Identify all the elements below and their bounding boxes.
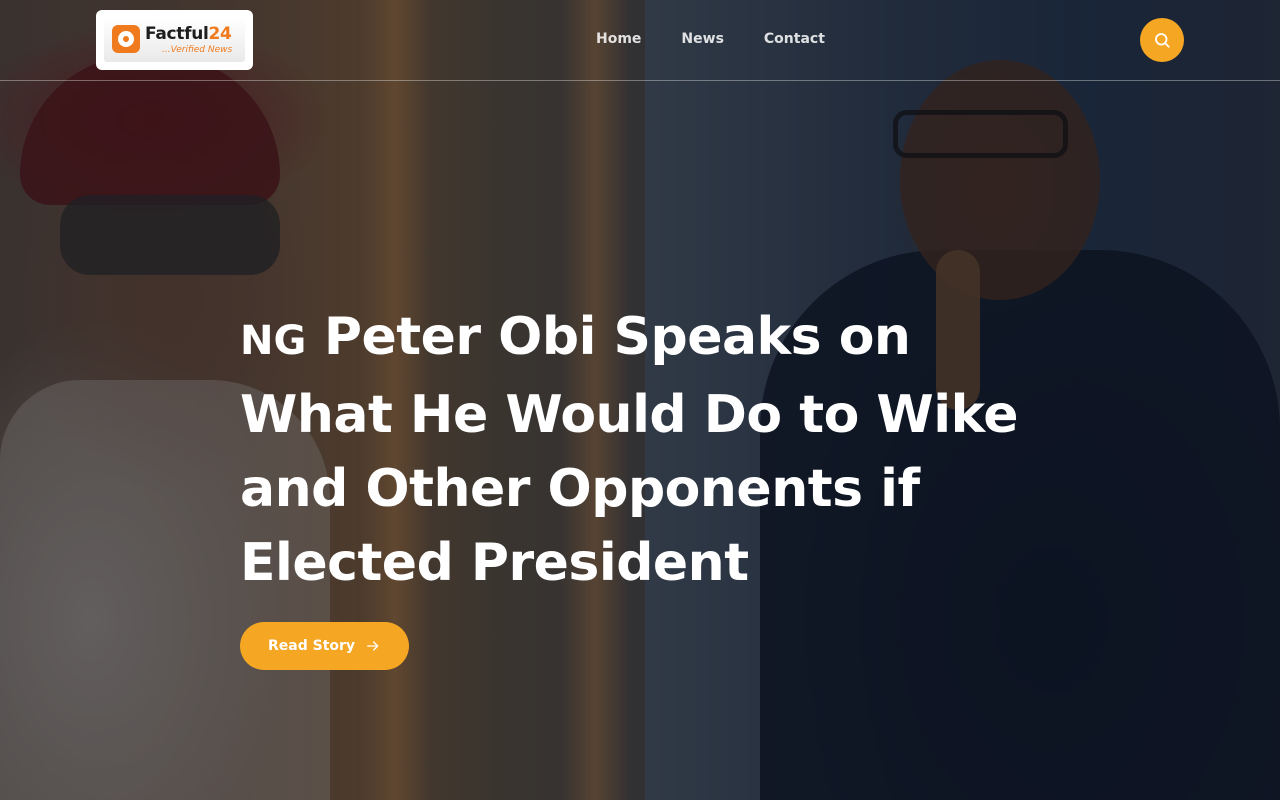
logo-name-main: Factful (145, 24, 209, 44)
site-header: Factful24 ...Verified News Home News Con… (0, 0, 1280, 81)
nav-item-home[interactable]: Home (596, 31, 641, 47)
read-story-button[interactable]: Read Story (240, 622, 410, 670)
headline-text: Peter Obi Speaks on What He Would Do to … (240, 307, 1019, 593)
site-logo[interactable]: Factful24 ...Verified News (96, 10, 253, 70)
logo-inner: Factful24 ...Verified News (104, 18, 245, 62)
arrow-right-icon (367, 641, 379, 651)
logo-name-number: 24 (208, 24, 232, 44)
main-nav: Home News Contact (596, 31, 825, 47)
logo-magnifier-icon (112, 25, 140, 53)
logo-wordmark: Factful24 (145, 24, 232, 44)
hero-headline[interactable]: NG Peter Obi Speaks on What He Would Do … (240, 300, 1060, 600)
read-story-label: Read Story (268, 638, 356, 654)
country-flag-label: NG (240, 318, 307, 364)
nav-item-news[interactable]: News (681, 31, 723, 47)
nav-item-contact[interactable]: Contact (764, 31, 825, 47)
search-icon (1155, 33, 1170, 48)
logo-tagline: ...Verified News (162, 45, 233, 55)
search-button[interactable] (1140, 18, 1184, 62)
